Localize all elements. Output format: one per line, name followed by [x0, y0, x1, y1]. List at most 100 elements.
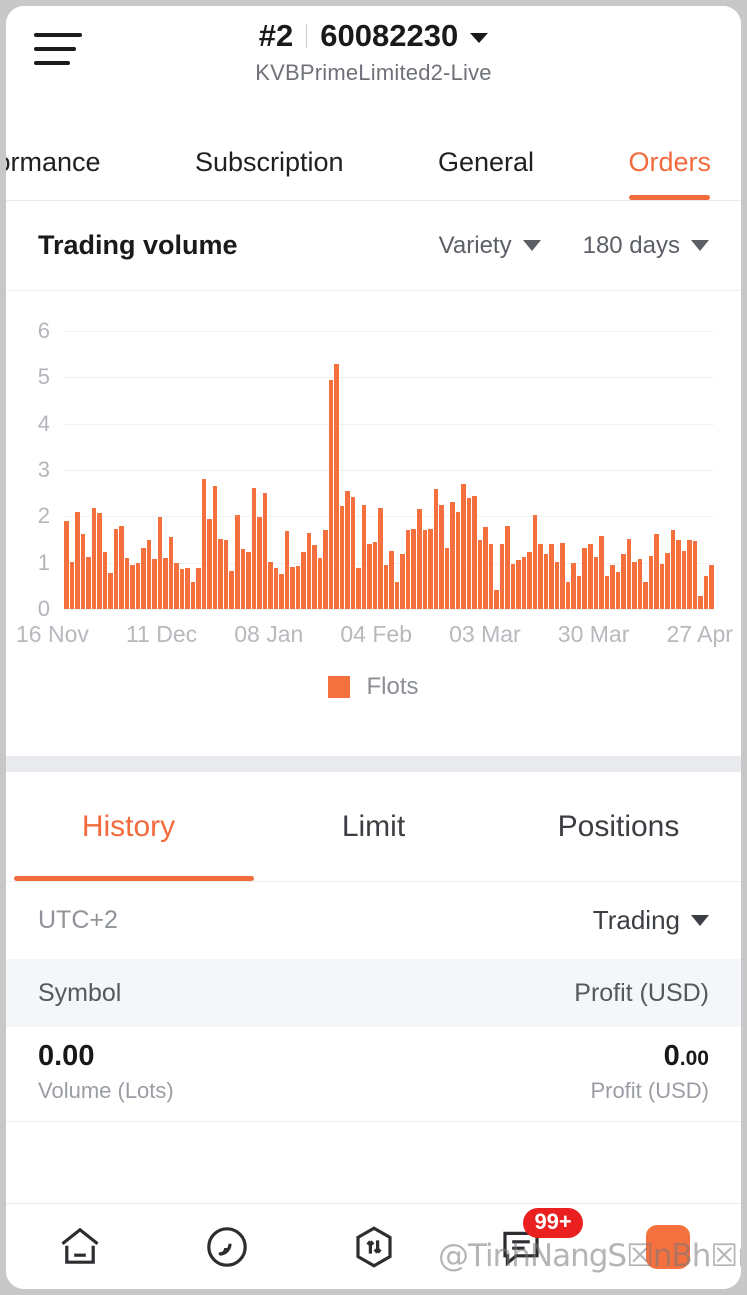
chart-bar	[587, 544, 593, 609]
chart-legend: Flots	[6, 673, 741, 701]
profit-value: 0.00	[664, 1041, 709, 1071]
tab-positions[interactable]: Positions	[496, 772, 741, 881]
period-dropdown[interactable]: 180 days	[583, 232, 709, 260]
chart-title: Trading volume	[38, 230, 238, 260]
x-axis-tick-label: 16 Nov	[16, 621, 89, 647]
section-separator	[6, 756, 741, 772]
chart-bar	[698, 596, 703, 609]
chart-bar	[163, 558, 168, 609]
hamburger-icon[interactable]	[32, 28, 86, 70]
chart-bar	[168, 537, 174, 609]
tab-history[interactable]: History	[6, 772, 254, 881]
chart-bar	[604, 575, 610, 609]
caret-down-icon	[691, 915, 709, 926]
tab-subscription[interactable]: Subscription	[195, 147, 344, 200]
chart-bar	[268, 561, 273, 609]
profit-cell: 0.00 Profit (USD)	[590, 1041, 709, 1104]
chart-bar	[576, 575, 582, 609]
chart-bar	[179, 569, 185, 609]
server-name: KVBPrimeLimited2-Live	[255, 59, 492, 85]
chart-bar	[69, 561, 75, 609]
chart-bar	[223, 539, 229, 609]
chart-bar	[626, 538, 632, 609]
x-axis-tick-label: 04 Feb	[340, 621, 412, 647]
chart-bar	[499, 544, 505, 609]
chevron-down-icon[interactable]	[470, 32, 489, 43]
hamburger-bar-1	[34, 33, 82, 37]
chart-bar	[659, 563, 665, 609]
nav-home[interactable]	[6, 1204, 153, 1289]
chart-bar	[350, 496, 356, 609]
chart-bar	[681, 551, 687, 609]
chart-bar	[571, 562, 576, 609]
nav-transfer[interactable]	[300, 1204, 447, 1289]
chart-bar	[615, 571, 621, 609]
chart-bar	[251, 487, 257, 609]
tab-performance[interactable]: formance	[6, 147, 101, 200]
chart-bar	[665, 553, 670, 609]
chart-bar	[367, 544, 372, 609]
chart-bar	[356, 568, 361, 609]
chart-bar	[328, 379, 334, 609]
chart-bar	[516, 559, 521, 609]
y-axis-tick-label: 6	[37, 318, 50, 343]
nav-messages[interactable]: 99+	[447, 1204, 594, 1289]
y-axis-tick-label: 0	[37, 596, 50, 621]
chart-bar	[240, 548, 246, 609]
chart-bar	[703, 575, 709, 609]
account-number: 60082230	[320, 18, 459, 53]
x-axis-tick-label: 27 Apr	[666, 621, 733, 647]
chart-bar	[422, 530, 428, 609]
chart-bar	[610, 564, 615, 609]
chart-bar	[383, 564, 389, 609]
column-header-profit: Profit (USD)	[574, 978, 709, 1007]
chart-bar	[494, 589, 499, 609]
variety-dropdown[interactable]: Variety	[439, 232, 541, 260]
chart-bar	[439, 504, 444, 609]
chart-bar	[279, 573, 284, 609]
hamburger-bar-3	[34, 61, 70, 65]
chart-bar	[450, 501, 455, 609]
chart-bar	[234, 515, 240, 609]
chart-bar	[257, 517, 262, 609]
chart-bar	[505, 525, 510, 609]
chart-bar	[190, 582, 196, 609]
gridline	[64, 609, 714, 610]
chart-bar	[152, 558, 157, 609]
chart-bar	[593, 557, 599, 609]
chart-bar	[130, 564, 135, 609]
chart-bar	[201, 479, 207, 609]
home-icon	[60, 1227, 99, 1264]
table-row[interactable]: 0.00 Volume (Lots) 0.00 Profit (USD)	[6, 1027, 741, 1122]
volume-value: 0.00	[38, 1040, 95, 1072]
variety-dropdown-label: Variety	[438, 231, 512, 259]
tab-general[interactable]: General	[438, 147, 534, 200]
chart-bar	[483, 526, 488, 609]
profit-label: Profit (USD)	[590, 1078, 709, 1104]
chart-bar	[185, 568, 190, 609]
chart-bar	[174, 562, 179, 609]
timezone-label: UTC+2	[38, 906, 118, 934]
chart-bar	[654, 533, 659, 609]
chart-bar	[405, 530, 411, 609]
y-axis-tick-label: 3	[37, 457, 50, 482]
chart-bar	[417, 509, 422, 609]
account-title-block[interactable]: #2 60082230 KVBPrimeLimited2-Live	[6, 6, 741, 86]
nav-apps[interactable]	[594, 1204, 741, 1289]
nav-signal[interactable]	[153, 1204, 300, 1289]
x-axis-tick-label: 08 Jan	[234, 621, 304, 647]
bottom-navigation: 99+	[6, 1203, 741, 1289]
chart-bar	[312, 545, 317, 609]
tab-limit[interactable]: Limit	[251, 772, 496, 881]
orders-tab-bar: History Limit Positions	[6, 772, 741, 882]
legend-swatch-flots	[328, 676, 351, 698]
chart-bar	[411, 529, 416, 609]
chart-x-axis: 16 Nov 11 Dec 08 Jan 04 Feb 03 Mar 30 Mar 27 A…	[16, 621, 733, 648]
chart-bar	[124, 558, 130, 609]
chart-bar	[361, 504, 367, 609]
trading-filter-dropdown[interactable]: Trading	[593, 905, 709, 936]
chart-bar	[632, 561, 637, 609]
chart-bar	[345, 490, 350, 609]
tab-orders[interactable]: Orders	[628, 147, 711, 200]
chart-bar	[472, 495, 477, 609]
